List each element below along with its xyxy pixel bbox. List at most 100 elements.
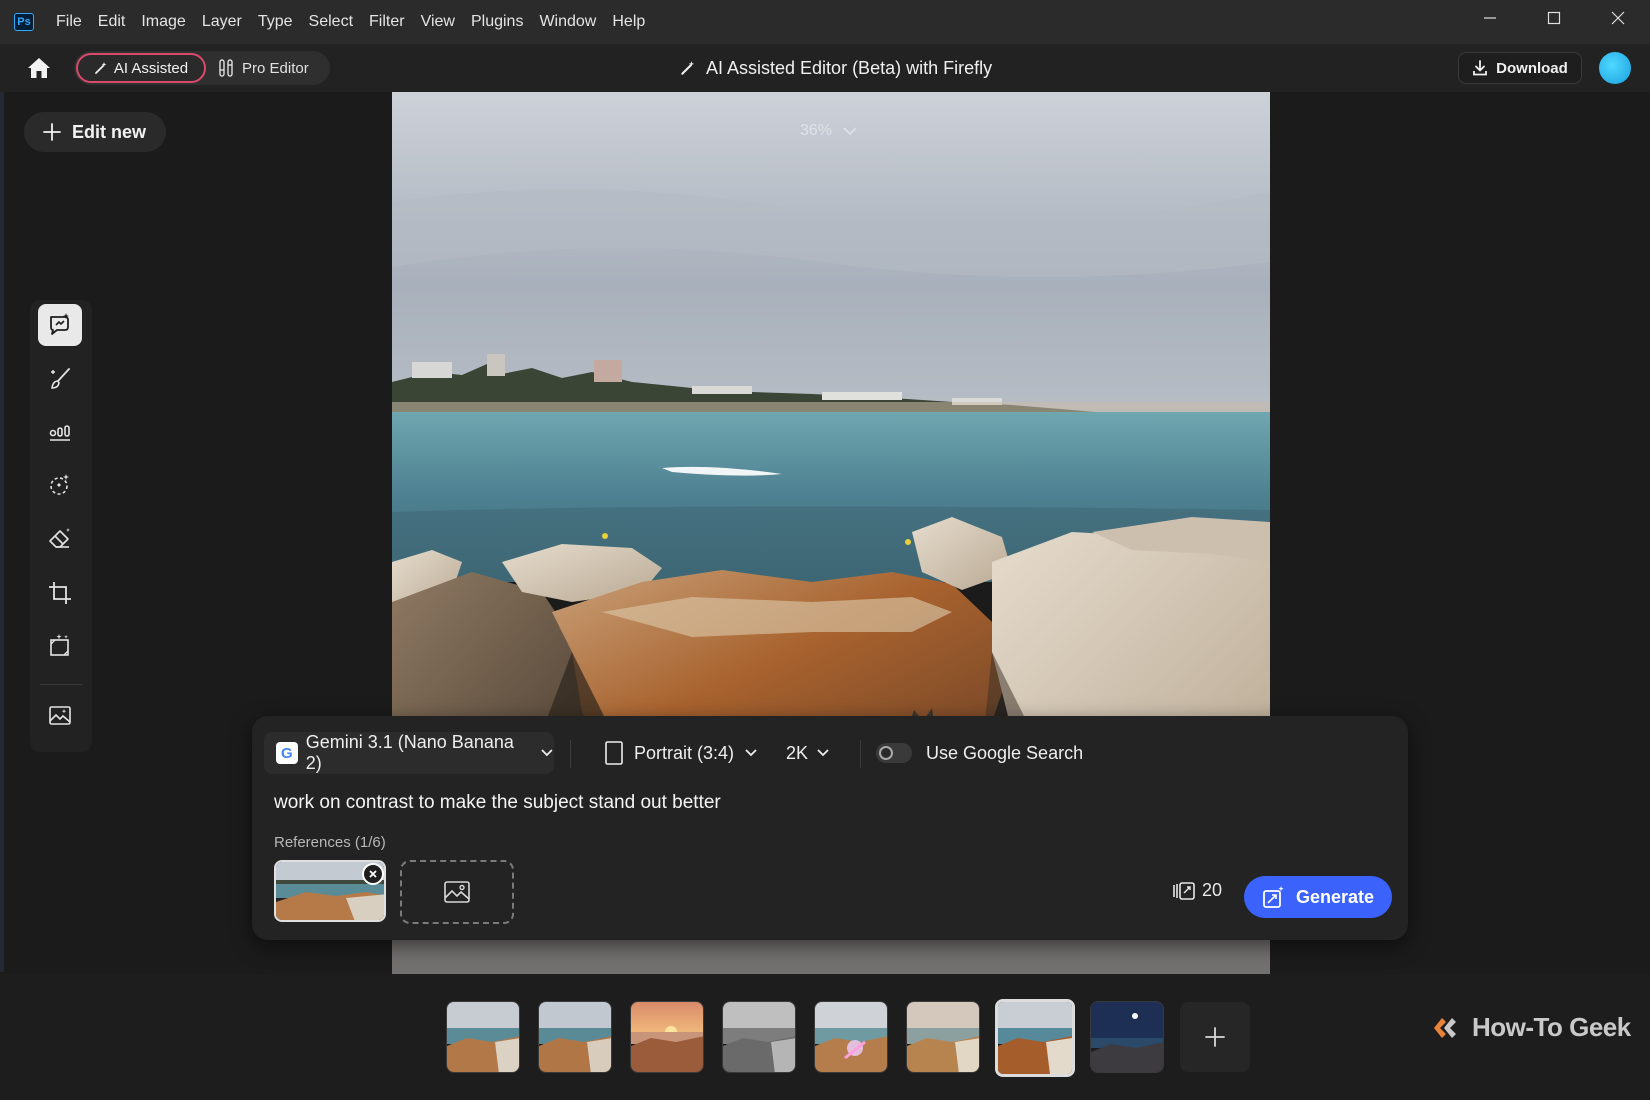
close-window-button[interactable]	[1586, 0, 1650, 36]
thumbnail-image	[998, 1002, 1072, 1074]
download-icon	[1473, 60, 1488, 76]
tool-adjustments[interactable]	[38, 411, 82, 453]
magic-wand-icon	[94, 62, 107, 74]
prompt-input[interactable]: work on contrast to make the subject sta…	[274, 792, 721, 814]
version-thumbnail-1[interactable]	[446, 1001, 520, 1073]
brush-icon	[51, 368, 70, 389]
remove-reference-button[interactable]	[362, 863, 384, 885]
version-thumbnail-2[interactable]	[538, 1001, 612, 1073]
title-bar: Ps File Edit Image Layer Type Select Fil…	[0, 0, 1650, 44]
crop-icon	[49, 582, 71, 604]
google-search-toggle[interactable]	[876, 743, 912, 763]
tool-rail	[30, 300, 92, 752]
references-label: References (1/6)	[274, 834, 386, 851]
zoom-level: 36%	[800, 122, 833, 139]
divider	[570, 740, 571, 768]
tool-rail-divider	[40, 684, 82, 685]
pro-editor-mode-button[interactable]: Pro Editor	[218, 53, 326, 83]
model-name: Gemini 3.1 (Nano Banana 2)	[305, 732, 514, 773]
home-button[interactable]	[22, 54, 56, 82]
tool-remove[interactable]	[38, 518, 82, 560]
menu-edit[interactable]: Edit	[90, 0, 134, 44]
generate-button[interactable]: Generate	[1244, 876, 1392, 918]
thumbnail-image	[907, 1002, 979, 1072]
aspect-ratio-selector[interactable]: Portrait (3:4)	[604, 732, 758, 774]
minimize-icon	[1484, 17, 1496, 19]
tool-crop[interactable]	[38, 572, 82, 614]
google-search-toggle-group: Use Google Search	[876, 732, 1083, 774]
magic-wand-icon	[681, 61, 695, 75]
edit-new-label: Edit new	[72, 121, 147, 142]
left-edge-strip	[0, 92, 4, 972]
thumbnail-image	[447, 1002, 519, 1072]
prompt-panel: G Gemini 3.1 (Nano Banana 2) Portrait (3…	[252, 716, 1408, 940]
tool-generative-chat[interactable]	[38, 304, 82, 346]
credits-icon	[1173, 881, 1195, 900]
menu-view[interactable]: View	[413, 0, 463, 44]
add-version-button[interactable]	[1180, 1002, 1250, 1072]
select-sparkle-icon	[50, 474, 69, 495]
chat-sparkle-icon	[50, 313, 69, 335]
tool-select-subject[interactable]	[38, 464, 82, 506]
app-bar: AI Assisted Pro Editor AI Assisted Edito…	[0, 44, 1650, 92]
home-icon	[28, 58, 50, 78]
edit-new-button[interactable]: Edit new	[24, 112, 166, 152]
thumbnail-image	[1091, 1002, 1163, 1072]
version-thumbnail-7-selected[interactable]	[995, 999, 1075, 1077]
tool-generative-expand[interactable]	[38, 624, 82, 666]
menu-filter[interactable]: Filter	[361, 0, 413, 44]
user-avatar[interactable]	[1599, 52, 1631, 84]
menu-plugins[interactable]: Plugins	[463, 0, 531, 44]
photoshop-logo: Ps	[14, 13, 34, 31]
model-selector[interactable]: G Gemini 3.1 (Nano Banana 2)	[264, 732, 554, 774]
window-controls	[1458, 0, 1650, 36]
ai-assisted-label: AI Assisted	[113, 59, 189, 77]
menu-help[interactable]: Help	[604, 0, 653, 44]
brand-name: How-To Geek	[1472, 1012, 1631, 1042]
menu-select[interactable]: Select	[301, 0, 361, 44]
adjustments-icon	[49, 425, 70, 441]
resolution-selector[interactable]: 2K	[786, 732, 830, 774]
menu-window[interactable]: Window	[531, 0, 604, 44]
app-title: AI Assisted Editor (Beta) with Firefly	[680, 44, 992, 92]
maximize-icon	[1547, 11, 1561, 25]
menu-layer[interactable]: Layer	[194, 0, 250, 44]
tool-brush-adjust[interactable]	[38, 358, 82, 400]
tool-generate-image[interactable]	[38, 694, 82, 736]
version-thumbnail-6[interactable]	[906, 1001, 980, 1073]
thumbnail-image	[723, 1002, 795, 1072]
zoom-control[interactable]: 36%	[800, 122, 858, 140]
plus-icon	[1205, 1027, 1225, 1047]
ai-assisted-mode-button[interactable]: AI Assisted	[76, 53, 206, 83]
menu-image[interactable]: Image	[133, 0, 193, 44]
maximize-button[interactable]	[1522, 0, 1586, 36]
download-button[interactable]: Download	[1458, 52, 1582, 84]
chevron-down-icon	[541, 749, 553, 757]
close-icon	[369, 870, 377, 878]
expand-sparkle-icon	[50, 634, 69, 656]
thumbnail-image	[815, 1002, 887, 1072]
version-thumbnail-8[interactable]	[1090, 1001, 1164, 1073]
resolution-label: 2K	[786, 742, 809, 763]
minimize-button[interactable]	[1458, 0, 1522, 36]
howtogeek-watermark: How-To Geek	[1430, 1012, 1631, 1043]
version-thumbnail-5[interactable]	[814, 1001, 888, 1073]
portrait-frame-icon	[605, 741, 623, 765]
version-thumbnail-4[interactable]	[722, 1001, 796, 1073]
image-sparkle-icon	[49, 706, 71, 725]
thumbnail-image	[631, 1002, 703, 1072]
generative-credits: 20	[1172, 880, 1222, 901]
menu-type[interactable]: Type	[250, 0, 301, 44]
download-label: Download	[1496, 59, 1568, 77]
close-icon	[1611, 11, 1625, 25]
aspect-ratio-label: Portrait (3:4)	[634, 742, 735, 763]
app-title-text: AI Assisted Editor (Beta) with Firefly	[706, 57, 993, 78]
menu-file[interactable]: File	[48, 0, 90, 44]
add-reference-button[interactable]	[400, 860, 514, 924]
version-thumbnail-3[interactable]	[630, 1001, 704, 1073]
version-filmstrip: How-To Geek	[0, 974, 1650, 1100]
chevron-down-icon	[817, 749, 829, 757]
chevron-down-icon	[745, 749, 757, 757]
plus-icon	[43, 123, 61, 141]
thumbnail-image	[539, 1002, 611, 1072]
